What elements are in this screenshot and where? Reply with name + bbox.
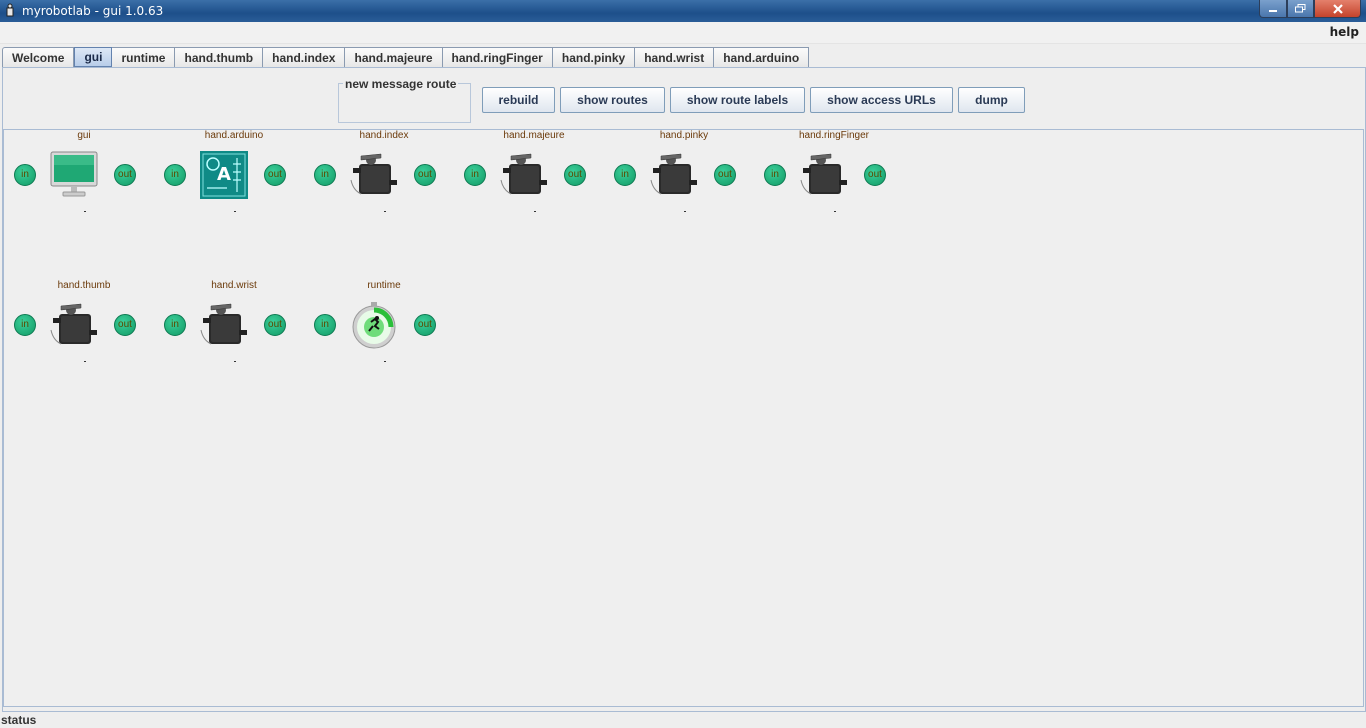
service-graph: gui in out hand.arduino in Aout hand.index in ou…: [3, 129, 1364, 707]
menu-bar: help: [0, 22, 1366, 44]
out-port[interactable]: out: [114, 164, 136, 186]
restore-icon: [1295, 4, 1306, 13]
show-access-urls-button[interactable]: show access URLs: [810, 87, 953, 113]
tab-hand-wrist[interactable]: hand.wrist: [635, 47, 715, 67]
node-dot: [234, 211, 236, 212]
window-title: myrobotlab - gui 1.0.63: [22, 4, 164, 18]
status-text: status: [1, 713, 37, 727]
service-node[interactable]: gui in out: [14, 130, 164, 220]
node-dot: [834, 211, 836, 212]
service-node[interactable]: hand.arduino in Aout: [164, 130, 314, 220]
service-name: hand.wrist: [211, 280, 257, 291]
servo-icon[interactable]: [799, 150, 849, 200]
monitor-icon[interactable]: [49, 150, 99, 200]
svg-text:A: A: [217, 164, 231, 185]
service-name: hand.thumb: [57, 280, 111, 291]
node-dot: [534, 211, 536, 212]
in-port[interactable]: in: [764, 164, 786, 186]
gui-panel: new message route rebuild show routes sh…: [2, 67, 1366, 712]
tab-hand-index[interactable]: hand.index: [263, 47, 346, 67]
out-port[interactable]: out: [864, 164, 886, 186]
minimize-button[interactable]: [1259, 0, 1287, 18]
node-dot: [84, 211, 86, 212]
service-node[interactable]: hand.wrist in out: [164, 280, 314, 370]
tab-hand-thumb[interactable]: hand.thumb: [175, 47, 264, 67]
tab-welcome[interactable]: Welcome: [2, 47, 75, 67]
service-node[interactable]: runtime in out: [314, 280, 464, 370]
service-node[interactable]: hand.index in out: [314, 130, 464, 220]
rebuild-button[interactable]: rebuild: [482, 87, 555, 113]
service-name: hand.ringFinger: [798, 130, 870, 141]
close-icon: [1332, 3, 1343, 14]
app-icon: [6, 3, 14, 17]
dump-button[interactable]: dump: [958, 87, 1025, 113]
out-port[interactable]: out: [714, 164, 736, 186]
show-routes-button[interactable]: show routes: [560, 87, 665, 113]
node-dot: [684, 211, 686, 212]
service-node[interactable]: hand.ringFinger in out: [764, 130, 914, 220]
servo-icon[interactable]: [649, 150, 699, 200]
node-dot: [84, 361, 86, 362]
runtime-icon[interactable]: [349, 300, 399, 350]
close-button[interactable]: [1314, 0, 1361, 18]
in-port[interactable]: in: [614, 164, 636, 186]
new-message-route-box: new message route: [338, 77, 471, 123]
title-bar: myrobotlab - gui 1.0.63: [0, 0, 1366, 22]
route-box-legend: new message route: [343, 77, 459, 91]
tab-hand-majeure[interactable]: hand.majeure: [345, 47, 443, 67]
service-name: gui: [77, 130, 91, 141]
servo-icon[interactable]: [199, 300, 249, 350]
service-name: runtime: [367, 280, 401, 291]
out-port[interactable]: out: [414, 164, 436, 186]
help-menu[interactable]: help: [1330, 25, 1359, 39]
arduino-icon[interactable]: A: [199, 150, 249, 200]
servo-icon[interactable]: [349, 150, 399, 200]
in-port[interactable]: in: [164, 164, 186, 186]
service-name: hand.arduino: [204, 130, 264, 141]
minimize-icon: [1269, 9, 1277, 12]
out-port[interactable]: out: [114, 314, 136, 336]
tab-bar: Welcome gui runtime hand.thumb hand.inde…: [2, 47, 810, 67]
in-port[interactable]: in: [464, 164, 486, 186]
tab-hand-pinky[interactable]: hand.pinky: [552, 47, 636, 67]
tab-hand-arduino[interactable]: hand.arduino: [714, 47, 810, 67]
in-port[interactable]: in: [314, 314, 336, 336]
node-dot: [384, 361, 386, 362]
service-name: hand.majeure: [503, 130, 565, 141]
service-node[interactable]: hand.pinky in out: [614, 130, 764, 220]
in-port[interactable]: in: [314, 164, 336, 186]
maximize-button[interactable]: [1287, 0, 1314, 18]
in-port[interactable]: in: [14, 164, 36, 186]
service-name: hand.index: [359, 130, 409, 141]
tab-runtime[interactable]: runtime: [112, 47, 176, 67]
service-name: hand.pinky: [659, 130, 709, 141]
service-node[interactable]: hand.thumb in out: [14, 280, 164, 370]
service-node[interactable]: hand.majeure in out: [464, 130, 614, 220]
in-port[interactable]: in: [14, 314, 36, 336]
in-port[interactable]: in: [164, 314, 186, 336]
show-route-labels-button[interactable]: show route labels: [670, 87, 805, 113]
servo-icon[interactable]: [49, 300, 99, 350]
tab-hand-ringfinger[interactable]: hand.ringFinger: [442, 47, 553, 67]
out-port[interactable]: out: [264, 314, 286, 336]
out-port[interactable]: out: [414, 314, 436, 336]
tab-gui[interactable]: gui: [74, 47, 113, 67]
node-dot: [384, 211, 386, 212]
servo-icon[interactable]: [499, 150, 549, 200]
node-dot: [234, 361, 236, 362]
out-port[interactable]: out: [564, 164, 586, 186]
out-port[interactable]: out: [264, 164, 286, 186]
status-bar: status: [0, 712, 1366, 728]
